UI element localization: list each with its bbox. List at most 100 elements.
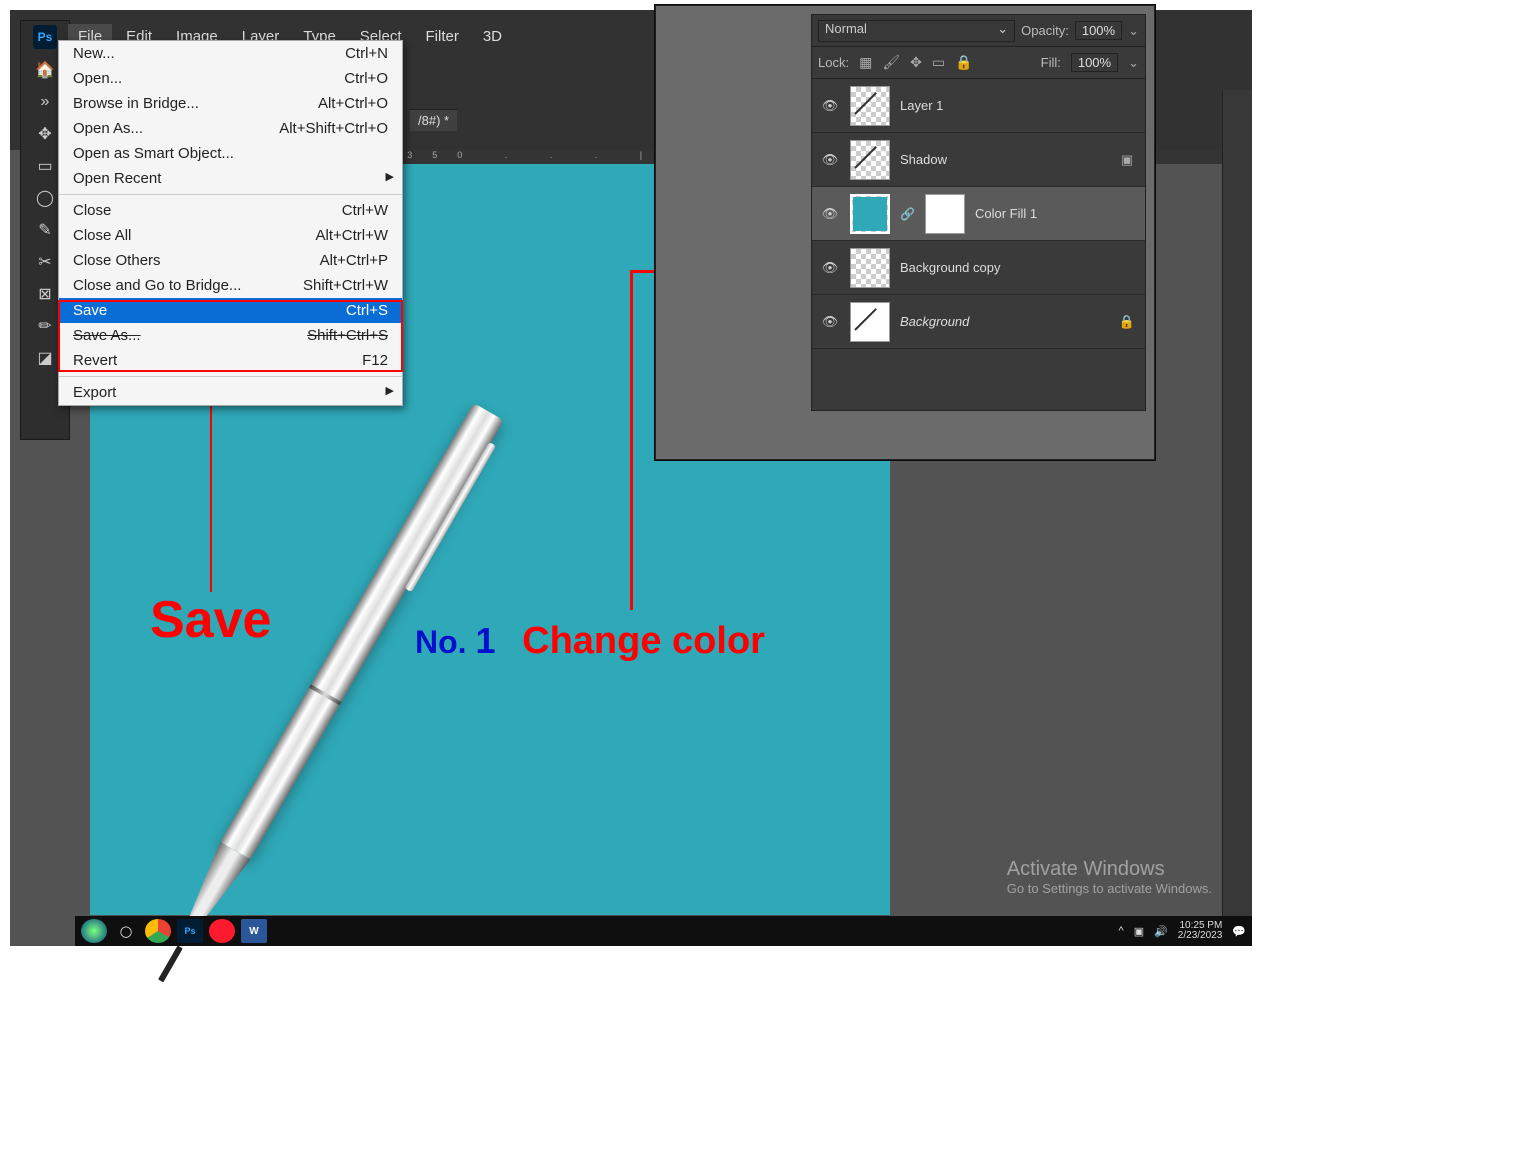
menu-item-label: Open as Smart Object... <box>73 145 234 162</box>
layer-name-label[interactable]: Color Fill 1 <box>975 206 1037 221</box>
lock-brush-icon[interactable]: 🖌 <box>882 54 900 71</box>
pen-illustration <box>149 403 504 983</box>
layer-name-label[interactable]: Background copy <box>900 260 1000 275</box>
layer-visibility-icon[interactable]: 👁 <box>820 314 840 330</box>
annotation-line-changecolor-v <box>630 270 633 610</box>
menu-item-label: Browse in Bridge... <box>73 95 199 112</box>
layer-row[interactable]: 👁 Shadow ▣ <box>812 133 1145 187</box>
layer-thumbnail[interactable] <box>850 86 890 126</box>
layer-fx-icon[interactable]: ▣ <box>1117 152 1137 168</box>
menu-item-label: Revert <box>73 352 117 369</box>
layer-link-icon[interactable]: 🔗 <box>900 207 915 221</box>
lock-artboard-icon[interactable]: ▭ <box>932 54 945 71</box>
activate-sub: Go to Settings to activate Windows. <box>1007 881 1212 896</box>
taskbar-cortana-icon[interactable]: ◯ <box>113 919 139 943</box>
annotation-no-label: No. <box>415 624 467 660</box>
tray-notifications-icon[interactable]: 💬 <box>1232 925 1246 938</box>
file-menu-item[interactable]: SaveCtrl+S <box>59 298 402 323</box>
file-menu-item[interactable]: Close All Alt+Ctrl+W <box>59 223 402 248</box>
file-menu-item[interactable]: RevertF12 <box>59 348 402 373</box>
right-panel-dock <box>1222 90 1252 946</box>
opacity-label: Opacity: <box>1021 23 1069 38</box>
layer-visibility-icon[interactable]: 👁 <box>820 260 840 276</box>
layer-thumbnail[interactable] <box>850 302 890 342</box>
annotation-no-num: 1 <box>475 620 495 661</box>
menu-item-label: Close All <box>73 227 131 244</box>
layer-thumbnail[interactable] <box>850 140 890 180</box>
layer-name-label[interactable]: Background <box>900 314 969 329</box>
layer-visibility-icon[interactable]: 👁 <box>820 98 840 114</box>
chevron-down-icon[interactable]: ⌄ <box>1128 55 1139 71</box>
tray-network-icon[interactable]: ▣ <box>1134 925 1144 938</box>
menu-filter[interactable]: Filter <box>416 24 469 49</box>
menu-item-shortcut: Alt+Ctrl+O <box>318 95 388 112</box>
layers-lock-row: Lock: ▦ 🖌 ✥ ▭ 🔒 Fill: 100% ⌄ <box>812 47 1145 79</box>
layer-row[interactable]: 👁 Layer 1 <box>812 79 1145 133</box>
menu-item-label: Close <box>73 202 111 219</box>
layer-row[interactable]: 👁 Background copy <box>812 241 1145 295</box>
taskbar-opera-icon[interactable] <box>209 919 235 943</box>
layer-mask-thumbnail[interactable] <box>925 194 965 234</box>
taskbar-clock[interactable]: 10:25 PM 2/23/2023 <box>1178 921 1223 942</box>
file-menu-item[interactable]: CloseCtrl+W <box>59 198 402 223</box>
layer-visibility-icon[interactable]: 👁 <box>820 152 840 168</box>
fill-label: Fill: <box>1041 55 1061 70</box>
document-tab-fragment[interactable]: /8#) * <box>410 109 457 131</box>
layer-row[interactable]: 👁Background🔒 <box>812 295 1145 349</box>
submenu-arrow-icon: ▶ <box>386 384 394 397</box>
layer-thumbnail[interactable] <box>850 194 890 234</box>
annotation-save-text: Save <box>150 590 271 650</box>
layer-name-label[interactable]: Layer 1 <box>900 98 943 113</box>
annotation-changecolor-text: No. 1 Change color <box>415 620 765 663</box>
annotation-change-label: Change color <box>522 620 765 662</box>
tray-more-icon[interactable]: ^ <box>1119 925 1124 937</box>
file-menu-item[interactable]: Save As...Shift+Ctrl+S <box>59 323 402 348</box>
file-menu-item[interactable]: Open Recent▶ <box>59 166 402 191</box>
chevron-down-icon[interactable]: ⌄ <box>1128 23 1139 39</box>
taskbar-word-icon[interactable]: W <box>241 919 267 943</box>
layer-row[interactable]: 👁 🔗 Color Fill 1 <box>812 187 1145 241</box>
menu-item-shortcut: Shift+Ctrl+W <box>303 277 388 294</box>
system-tray: ^ ▣ 🔊 10:25 PM 2/23/2023 💬 <box>1119 921 1246 942</box>
menu-item-label: Save <box>73 302 107 319</box>
file-menu-item[interactable]: Open... Ctrl+O <box>59 66 402 91</box>
file-menu-item[interactable]: Export ▶ <box>59 380 402 405</box>
menu-item-label: Open Recent <box>73 170 161 187</box>
menu-item-label: Close and Go to Bridge... <box>73 277 241 294</box>
file-menu-item[interactable]: New...Ctrl+N <box>59 41 402 66</box>
lock-transparent-icon[interactable]: ▦ <box>859 54 872 71</box>
lock-move-icon[interactable]: ✥ <box>910 54 922 71</box>
menu-item-shortcut: Ctrl+N <box>345 45 388 62</box>
menu-item-shortcut: Alt+Ctrl+P <box>320 252 388 269</box>
taskbar-photoshop-icon[interactable]: Ps <box>177 919 203 943</box>
opacity-value[interactable]: 100% <box>1075 21 1122 40</box>
tray-volume-icon[interactable]: 🔊 <box>1154 925 1168 938</box>
file-menu-item[interactable]: Open As...Alt+Shift+Ctrl+O <box>59 116 402 141</box>
taskbar-chrome-icon[interactable] <box>145 919 171 943</box>
file-menu-item[interactable]: Close and Go to Bridge... Shift+Ctrl+W <box>59 273 402 298</box>
menu-item-label: Export <box>73 384 116 401</box>
file-menu-item[interactable]: Open as Smart Object... <box>59 141 402 166</box>
lock-all-icon[interactable]: 🔒 <box>955 54 972 71</box>
file-menu-item[interactable]: Close OthersAlt+Ctrl+P <box>59 248 402 273</box>
menu-item-shortcut: Alt+Ctrl+W <box>315 227 388 244</box>
menu-item-shortcut: Ctrl+O <box>344 70 388 87</box>
activate-windows-watermark: Activate Windows Go to Settings to activ… <box>1007 858 1212 896</box>
menu-item-label: Open... <box>73 70 122 87</box>
layers-blend-row: Normal ⌄ Opacity: 100% ⌄ <box>812 15 1145 47</box>
menu-item-label: Open As... <box>73 120 143 137</box>
layer-visibility-icon[interactable]: 👁 <box>820 206 840 222</box>
menu-item-shortcut: Shift+Ctrl+S <box>307 327 388 344</box>
fill-value[interactable]: 100% <box>1071 53 1118 72</box>
layer-name-label[interactable]: Shadow <box>900 152 947 167</box>
chevron-down-icon: ⌄ <box>997 21 1008 37</box>
file-menu-item[interactable]: Browse in Bridge... Alt+Ctrl+O <box>59 91 402 116</box>
windows-taskbar: ◯ Ps W ^ ▣ 🔊 10:25 PM 2/23/2023 💬 <box>75 916 1252 946</box>
taskbar-start-icon[interactable] <box>81 919 107 943</box>
blend-mode-select[interactable]: Normal ⌄ <box>818 20 1015 42</box>
menu-3d[interactable]: 3D <box>473 24 512 49</box>
menu-separator <box>59 376 402 377</box>
file-menu-dropdown: New...Ctrl+N Open... Ctrl+O Browse in Bridg… <box>58 40 403 406</box>
layer-thumbnail[interactable] <box>850 248 890 288</box>
layers-panel-overlay: Normal ⌄ Opacity: 100% ⌄ Lock: ▦ 🖌 ✥ ▭ 🔒… <box>655 5 1155 460</box>
